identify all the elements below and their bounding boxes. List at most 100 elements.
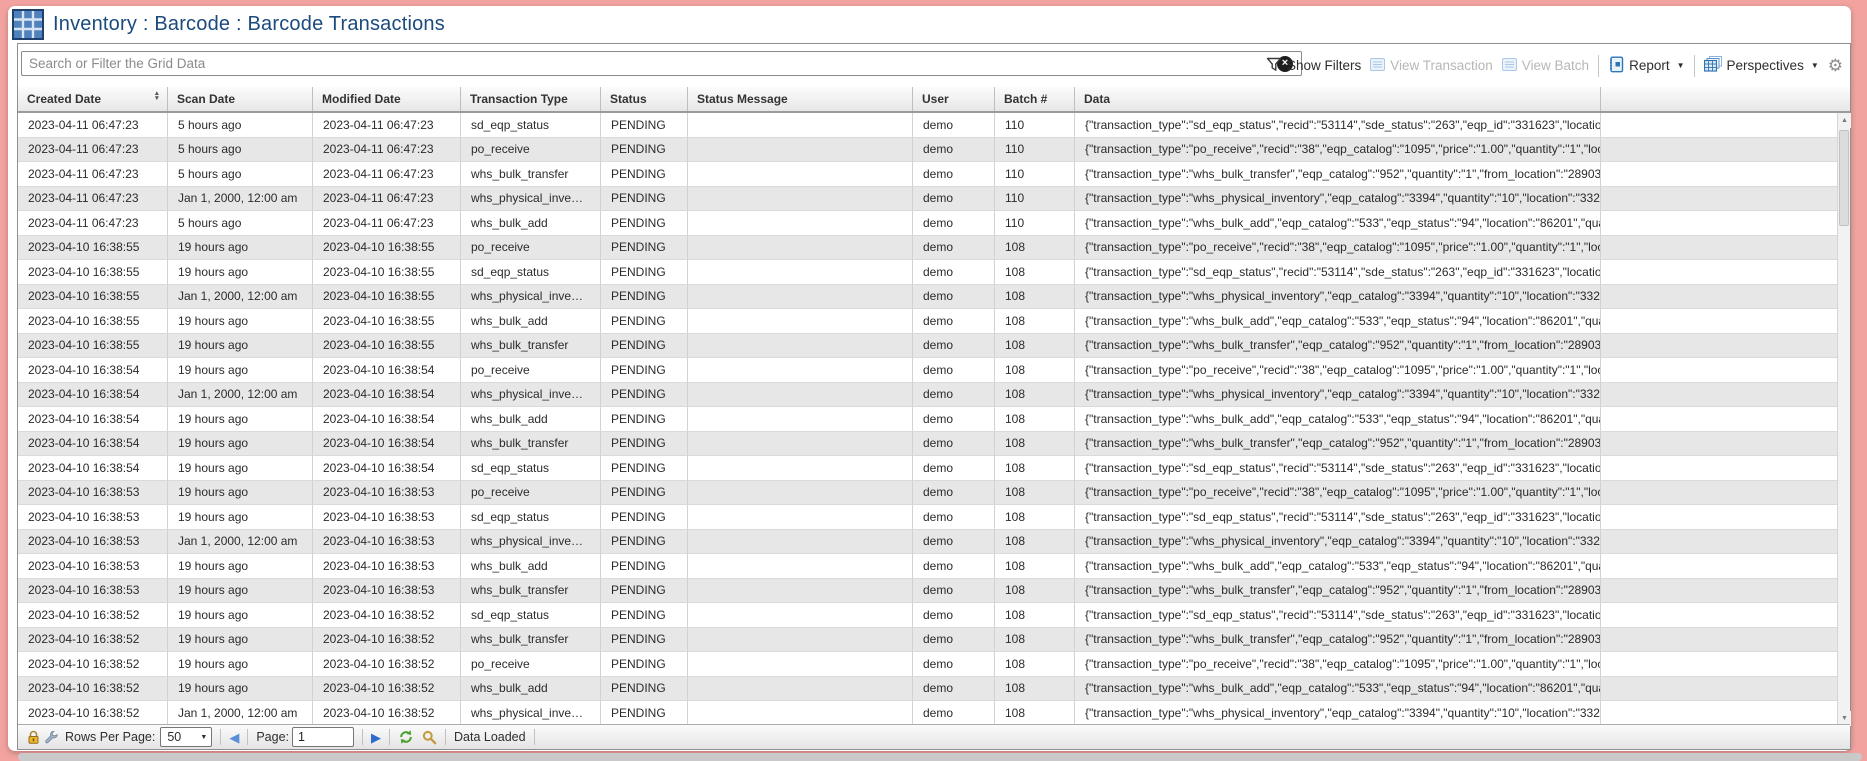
toolbar-actions: Show Filters View Transaction	[1266, 44, 1843, 87]
table-row[interactable]: 2023-04-10 16:38:5319 hours ago2023-04-1…	[18, 554, 1837, 579]
table-row[interactable]: 2023-04-10 16:38:5519 hours ago2023-04-1…	[18, 236, 1837, 261]
barcode-transactions-grid: × Show Filters	[17, 43, 1851, 750]
cell-transaction-type: whs_physical_inve…	[461, 285, 601, 310]
cell-modified-date: 2023-04-11 06:47:23	[313, 162, 461, 187]
column-header-created-date[interactable]: Created Date▲▼	[18, 87, 168, 111]
cell-filler	[1601, 285, 1837, 310]
show-filters-button[interactable]: Show Filters	[1266, 57, 1361, 75]
cell-created-date: 2023-04-10 16:38:53	[18, 505, 168, 530]
table-row[interactable]: 2023-04-11 06:47:235 hours ago2023-04-11…	[18, 138, 1837, 163]
cell-modified-date: 2023-04-11 06:47:23	[313, 113, 461, 138]
cell-data: {"transaction_type":"sd_eqp_status","rec…	[1075, 260, 1601, 285]
table-row[interactable]: 2023-04-10 16:38:5519 hours ago2023-04-1…	[18, 334, 1837, 359]
cell-data: {"transaction_type":"sd_eqp_status","rec…	[1075, 505, 1601, 530]
sort-icon[interactable]: ▲▼	[154, 91, 160, 101]
table-row[interactable]: 2023-04-10 16:38:5419 hours ago2023-04-1…	[18, 407, 1837, 432]
cell-status-message	[688, 603, 913, 628]
scrollbar-thumb[interactable]	[1839, 130, 1849, 226]
column-header-user[interactable]: User	[913, 87, 995, 111]
cell-status-message	[688, 407, 913, 432]
cell-data: {"transaction_type":"whs_bulk_transfer",…	[1075, 579, 1601, 604]
column-header-batch[interactable]: Batch #	[995, 87, 1075, 111]
table-row[interactable]: 2023-04-10 16:38:5419 hours ago2023-04-1…	[18, 358, 1837, 383]
column-header-status[interactable]: Status	[601, 87, 688, 111]
table-row[interactable]: 2023-04-11 06:47:235 hours ago2023-04-11…	[18, 113, 1837, 138]
rows-per-page-select[interactable]: 50 ▼	[160, 727, 212, 747]
page-number-input[interactable]	[292, 727, 354, 747]
column-header-transaction-type[interactable]: Transaction Type	[461, 87, 601, 111]
grid-header-row: Created Date▲▼Scan DateModified DateTran…	[18, 87, 1850, 113]
cell-scan-date: 19 hours ago	[168, 554, 313, 579]
table-row[interactable]: 2023-04-10 16:38:5319 hours ago2023-04-1…	[18, 481, 1837, 506]
column-header-scan-date[interactable]: Scan Date	[168, 87, 313, 111]
table-row[interactable]: 2023-04-10 16:38:5519 hours ago2023-04-1…	[18, 260, 1837, 285]
cell-batch: 108	[995, 432, 1075, 457]
cell-data: {"transaction_type":"whs_physical_invent…	[1075, 383, 1601, 408]
cell-created-date: 2023-04-10 16:38:52	[18, 677, 168, 702]
horizontal-scrollbar[interactable]	[18, 753, 1862, 761]
cell-batch: 108	[995, 579, 1075, 604]
cell-filler	[1601, 211, 1837, 236]
table-row[interactable]: 2023-04-10 16:38:5219 hours ago2023-04-1…	[18, 628, 1837, 653]
table-row[interactable]: 2023-04-10 16:38:5319 hours ago2023-04-1…	[18, 505, 1837, 530]
table-row[interactable]: 2023-04-11 06:47:235 hours ago2023-04-11…	[18, 162, 1837, 187]
table-row[interactable]: 2023-04-10 16:38:5219 hours ago2023-04-1…	[18, 603, 1837, 628]
table-row[interactable]: 2023-04-10 16:38:52Jan 1, 2000, 12:00 am…	[18, 701, 1837, 726]
cell-created-date: 2023-04-10 16:38:53	[18, 481, 168, 506]
magnifier-icon[interactable]	[422, 730, 437, 745]
cell-user: demo	[913, 432, 995, 457]
table-row[interactable]: 2023-04-10 16:38:5519 hours ago2023-04-1…	[18, 309, 1837, 334]
table-row[interactable]: 2023-04-10 16:38:54Jan 1, 2000, 12:00 am…	[18, 383, 1837, 408]
view-batch-label: View Batch	[1522, 58, 1589, 73]
perspectives-button[interactable]: Perspectives ▼	[1704, 56, 1819, 75]
cell-batch: 108	[995, 358, 1075, 383]
scroll-up-icon[interactable]: ▲	[1838, 113, 1851, 128]
next-page-icon[interactable]: ▶	[371, 731, 381, 744]
cell-created-date: 2023-04-10 16:38:55	[18, 260, 168, 285]
view-batch-icon	[1502, 58, 1517, 74]
vertical-scrollbar[interactable]: ▲ ▼	[1837, 113, 1850, 726]
cell-modified-date: 2023-04-10 16:38:52	[313, 652, 461, 677]
wrench-icon[interactable]	[44, 730, 59, 745]
table-row[interactable]: 2023-04-10 16:38:5419 hours ago2023-04-1…	[18, 432, 1837, 457]
cell-status-message	[688, 481, 913, 506]
cell-data: {"transaction_type":"po_receive","recid"…	[1075, 481, 1601, 506]
table-row[interactable]: 2023-04-10 16:38:5219 hours ago2023-04-1…	[18, 677, 1837, 702]
cell-status-message	[688, 358, 913, 383]
table-row[interactable]: 2023-04-10 16:38:55Jan 1, 2000, 12:00 am…	[18, 285, 1837, 310]
table-row[interactable]: 2023-04-11 06:47:23Jan 1, 2000, 12:00 am…	[18, 187, 1837, 212]
cell-batch: 108	[995, 334, 1075, 359]
cell-status-message	[688, 701, 913, 726]
table-row[interactable]: 2023-04-10 16:38:53Jan 1, 2000, 12:00 am…	[18, 530, 1837, 555]
cell-transaction-type: sd_eqp_status	[461, 260, 601, 285]
gear-icon[interactable]: ⚙	[1828, 57, 1843, 74]
report-button[interactable]: Report ▼	[1608, 56, 1684, 76]
cell-filler	[1601, 628, 1837, 653]
table-row[interactable]: 2023-04-10 16:38:5319 hours ago2023-04-1…	[18, 579, 1837, 604]
cell-created-date: 2023-04-10 16:38:52	[18, 652, 168, 677]
cell-status-message	[688, 285, 913, 310]
table-row[interactable]: 2023-04-10 16:38:5419 hours ago2023-04-1…	[18, 456, 1837, 481]
cell-status: PENDING	[601, 701, 688, 726]
app-panel: Inventory : Barcode : Barcode Transactio…	[8, 6, 1851, 751]
previous-page-icon[interactable]: ◀	[229, 731, 239, 744]
grid-body: 2023-04-11 06:47:235 hours ago2023-04-11…	[18, 113, 1837, 726]
cell-status-message	[688, 677, 913, 702]
column-header-modified-date[interactable]: Modified Date	[313, 87, 461, 111]
cell-created-date: 2023-04-11 06:47:23	[18, 211, 168, 236]
column-header-data[interactable]: Data	[1075, 87, 1601, 111]
table-row[interactable]: 2023-04-11 06:47:235 hours ago2023-04-11…	[18, 211, 1837, 236]
cell-data: {"transaction_type":"po_receive","recid"…	[1075, 236, 1601, 261]
cell-data: {"transaction_type":"whs_bulk_transfer",…	[1075, 162, 1601, 187]
cell-transaction-type: sd_eqp_status	[461, 113, 601, 138]
cell-status-message	[688, 530, 913, 555]
footer-separator	[247, 729, 248, 745]
column-header-status-message[interactable]: Status Message	[688, 87, 913, 111]
lock-icon[interactable]	[27, 730, 40, 745]
cell-created-date: 2023-04-10 16:38:53	[18, 579, 168, 604]
view-transaction-button[interactable]: View Transaction	[1370, 58, 1493, 74]
refresh-icon[interactable]	[398, 729, 414, 745]
search-input[interactable]	[21, 51, 1302, 76]
view-batch-button[interactable]: View Batch	[1502, 58, 1589, 74]
table-row[interactable]: 2023-04-10 16:38:5219 hours ago2023-04-1…	[18, 652, 1837, 677]
